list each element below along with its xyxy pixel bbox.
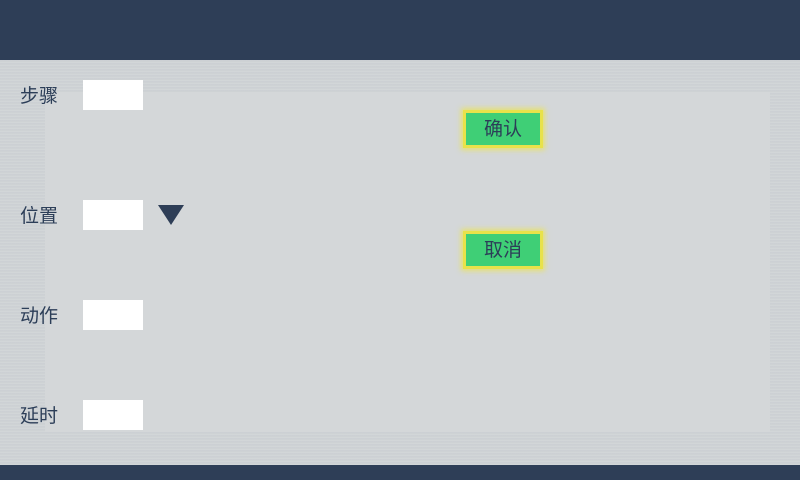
cancel-button[interactable]: 取消 — [463, 231, 543, 269]
delay-label: 延时 — [20, 405, 59, 427]
action-input[interactable] — [83, 300, 143, 330]
header-bar — [0, 0, 800, 60]
step-label: 步骤 — [20, 85, 59, 107]
triangle-down-icon[interactable] — [157, 204, 185, 226]
footer-bar — [0, 465, 800, 480]
delay-input[interactable] — [83, 400, 143, 430]
position-input[interactable] — [83, 200, 143, 230]
step-input[interactable] — [83, 80, 143, 110]
confirm-button[interactable]: 确认 — [463, 110, 543, 148]
position-label: 位置 — [20, 205, 59, 227]
inner-panel — [45, 92, 770, 432]
action-label: 动作 — [20, 305, 59, 327]
